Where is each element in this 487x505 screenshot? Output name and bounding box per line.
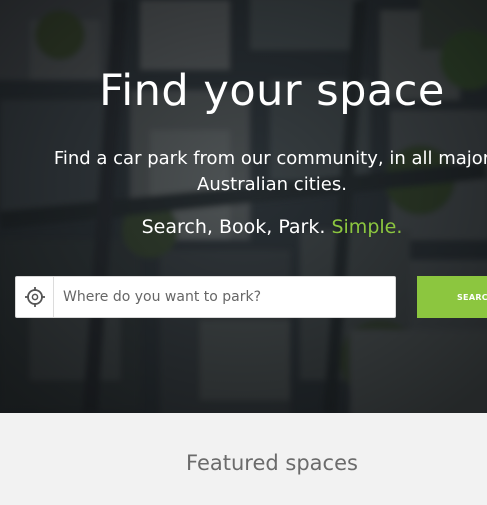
hero-subtitle-line-2: Australian cities. xyxy=(197,174,347,195)
crosshair-icon xyxy=(24,287,45,307)
search-button[interactable]: SEARCH xyxy=(417,276,487,318)
locate-button[interactable] xyxy=(16,277,54,317)
hero-section: Find your space Find a car park from our… xyxy=(0,0,487,413)
aerial-city-background xyxy=(0,0,487,413)
search-bar xyxy=(15,276,396,318)
featured-title: Featured spaces xyxy=(186,451,358,475)
hero-subtitle-line-1: Find a car park from our community, in a… xyxy=(53,148,487,169)
search-input[interactable] xyxy=(54,277,395,317)
featured-section: Featured spaces xyxy=(0,413,487,505)
tagline-text: Search, Book, Park. xyxy=(141,216,326,238)
tagline-accent: Simple. xyxy=(331,216,403,238)
hero-tagline: Search, Book, Park. Simple. xyxy=(0,216,487,238)
hero-subtitle: Find a car park from our community, in a… xyxy=(0,146,487,198)
page-title: Find your space xyxy=(99,66,445,116)
